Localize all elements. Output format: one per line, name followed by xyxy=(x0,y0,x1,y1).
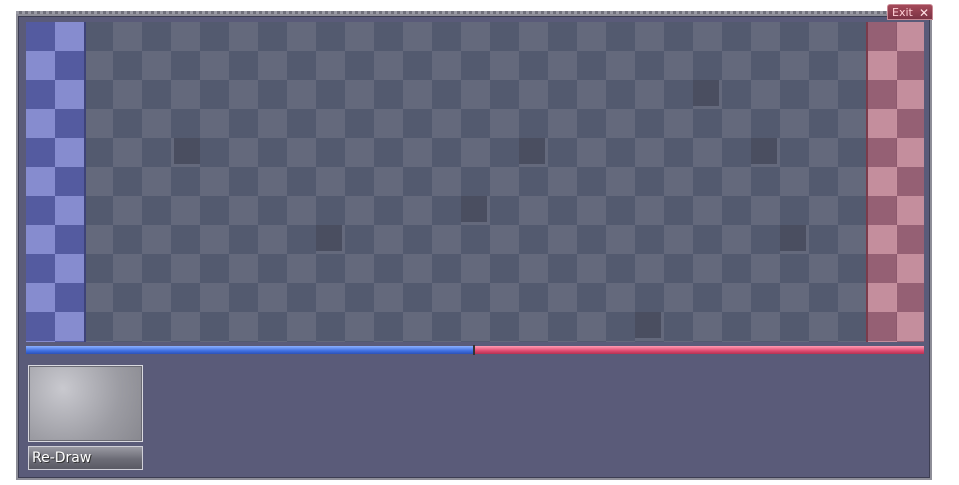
board-tile xyxy=(693,80,719,106)
health-divider xyxy=(473,345,475,355)
blue-base-zone xyxy=(26,22,86,342)
close-icon: ✕ xyxy=(918,6,929,20)
board-tile xyxy=(174,138,200,164)
hand-card-slot[interactable] xyxy=(28,365,143,442)
redraw-button[interactable]: Re-Draw xyxy=(28,446,143,470)
board-grid[interactable] xyxy=(26,22,924,342)
blue-health-bar xyxy=(26,346,474,354)
board-tile xyxy=(461,196,487,222)
red-base-zone xyxy=(866,22,924,342)
board-tile xyxy=(751,138,777,164)
board-tile xyxy=(519,138,545,164)
red-health-bar xyxy=(474,346,924,354)
board-tile xyxy=(316,225,342,251)
exit-label: Exit xyxy=(892,6,913,19)
battle-board[interactable] xyxy=(26,22,924,342)
board-tile xyxy=(635,312,661,338)
board-tile xyxy=(780,225,806,251)
exit-button[interactable]: Exit ✕ xyxy=(887,4,933,20)
